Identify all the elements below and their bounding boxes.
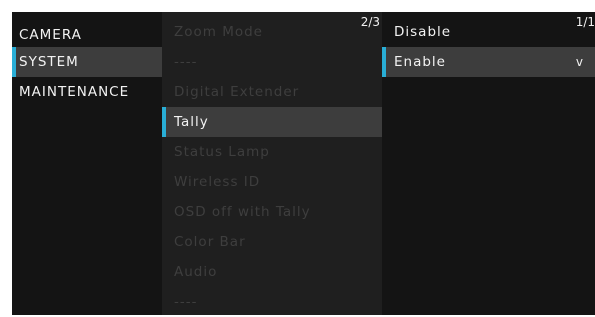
- option-disable[interactable]: Disable: [382, 17, 595, 47]
- option-enable[interactable]: Enable v: [382, 47, 595, 77]
- setting-label: Zoom Mode: [174, 24, 263, 40]
- setting-label: OSD off with Tally: [174, 204, 311, 220]
- setting-digital-extender: Digital Extender: [162, 77, 382, 107]
- setting-status-lamp: Status Lamp: [162, 137, 382, 167]
- setting-label: Digital Extender: [174, 84, 300, 100]
- category-menu: CAMERA SYSTEM MAINTENANCE: [12, 12, 162, 315]
- system-settings-list: 2/3 Zoom Mode ---- Digital Extender Tall…: [162, 12, 382, 315]
- setting-label: Status Lamp: [174, 144, 270, 160]
- setting-label: ----: [174, 54, 198, 70]
- setting-label: Wireless ID: [174, 174, 261, 190]
- category-system[interactable]: SYSTEM: [12, 47, 162, 77]
- setting-label: Audio: [174, 264, 218, 280]
- setting-zoom-mode: Zoom Mode: [162, 17, 382, 47]
- setting-color-bar: Color Bar: [162, 227, 382, 257]
- setting-audio: Audio: [162, 257, 382, 287]
- check-mark-icon: v: [575, 55, 583, 69]
- option-label: Enable: [394, 54, 446, 70]
- category-label: MAINTENANCE: [19, 84, 130, 100]
- tally-options-list: 1/1 Disable Enable v: [382, 12, 595, 315]
- setting-placeholder: ----: [162, 47, 382, 77]
- setting-wireless-id: Wireless ID: [162, 167, 382, 197]
- category-camera[interactable]: CAMERA: [12, 20, 162, 50]
- category-maintenance[interactable]: MAINTENANCE: [12, 77, 162, 107]
- osd-screen: CAMERA SYSTEM MAINTENANCE 2/3 Zoom Mode …: [12, 12, 595, 315]
- setting-placeholder: ----: [162, 287, 382, 317]
- category-label: CAMERA: [19, 27, 82, 43]
- category-label: SYSTEM: [19, 54, 79, 70]
- setting-label: Tally: [174, 114, 209, 130]
- setting-label: Color Bar: [174, 234, 246, 250]
- setting-tally[interactable]: Tally: [162, 107, 382, 137]
- option-label: Disable: [394, 24, 452, 40]
- setting-label: ----: [174, 294, 198, 310]
- setting-osd-off-with-tally: OSD off with Tally: [162, 197, 382, 227]
